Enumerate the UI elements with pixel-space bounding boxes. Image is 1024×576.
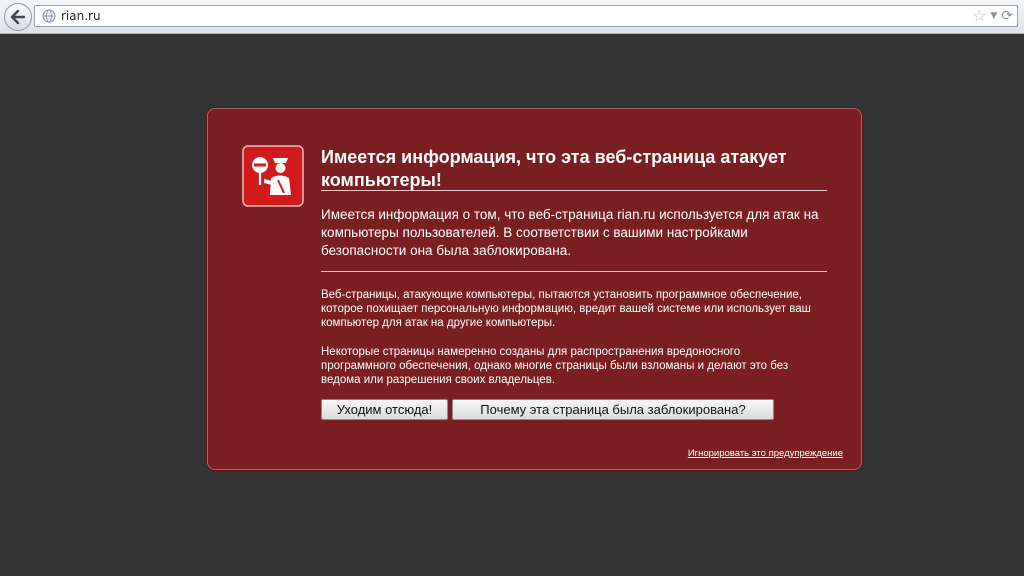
globe-icon [42, 9, 56, 23]
warning-intro: Имеется информация о том, что веб-страни… [321, 207, 819, 258]
title-divider [321, 190, 827, 191]
back-button[interactable] [4, 3, 32, 31]
url-bar-actions: ☆ ▼ ⟳ [972, 7, 1013, 25]
get-me-out-button[interactable]: Уходим отсюда! [321, 399, 448, 420]
ignore-warning-link[interactable]: Игнорировать это предупреждение [688, 448, 843, 459]
why-blocked-button[interactable]: Почему эта страница была заблокирована? [452, 399, 774, 420]
url-bar[interactable]: rian.ru ☆ ▼ ⟳ [34, 5, 1018, 27]
warning-detail-2: Некоторые страницы намеренно созданы для… [321, 346, 789, 386]
url-text[interactable]: rian.ru [61, 9, 101, 23]
star-icon[interactable]: ☆ [972, 7, 986, 25]
malware-warning-panel: Имеется информация, что эта веб-страница… [207, 108, 862, 470]
reload-icon[interactable]: ⟳ [1001, 7, 1013, 25]
warning-detail-1: Веб-страницы, атакующие компьютеры, пыта… [321, 289, 811, 329]
browser-toolbar: rian.ru ☆ ▼ ⟳ [0, 0, 1024, 34]
dropdown-icon[interactable]: ▼ [990, 7, 997, 25]
back-arrow-icon [10, 9, 26, 25]
warning-title: Имеется информация, что эта веб-страница… [321, 147, 787, 190]
intro-divider [321, 271, 827, 272]
police-warning-icon [242, 145, 304, 207]
